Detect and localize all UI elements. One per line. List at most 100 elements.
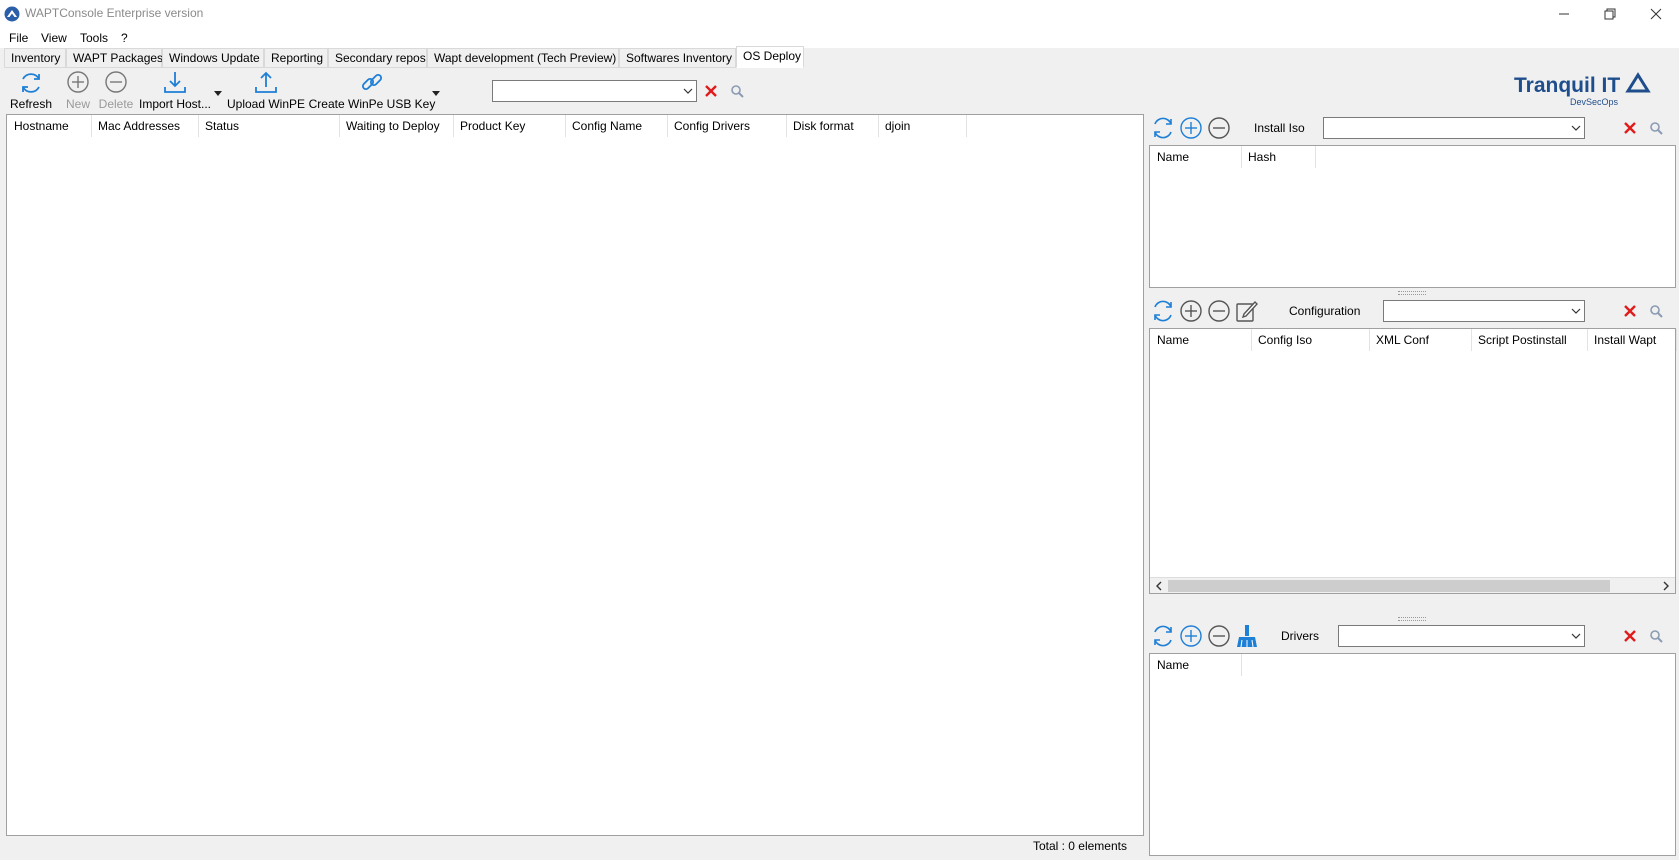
- clear-search-icon[interactable]: [1623, 629, 1637, 643]
- hosts-table[interactable]: Hostname Mac Addresses Status Waiting to…: [6, 114, 1144, 836]
- create-usb-button[interactable]: Create WinPe USB Key: [308, 69, 436, 113]
- edit-icon[interactable]: [1235, 299, 1259, 323]
- scroll-right-icon[interactable]: [1660, 580, 1672, 592]
- refresh-label: Refresh: [9, 97, 53, 111]
- upload-winpe-button[interactable]: Upload WinPE: [226, 69, 306, 113]
- minus-circle-icon: [105, 71, 127, 93]
- column-status[interactable]: Status: [199, 115, 340, 137]
- restore-icon: [1604, 8, 1616, 20]
- column-name[interactable]: Name: [1151, 146, 1242, 168]
- chevron-down-icon: [683, 88, 693, 94]
- install-iso-search-combo[interactable]: [1323, 117, 1585, 139]
- drivers-toolbar: Drivers: [1148, 620, 1676, 652]
- column-script-postinstall[interactable]: Script Postinstall: [1472, 329, 1588, 351]
- scroll-left-icon[interactable]: [1153, 580, 1165, 592]
- tab-softwares-inventory[interactable]: Softwares Inventory: [619, 48, 736, 68]
- configuration-table[interactable]: Name Config Iso XML Conf Script Postinst…: [1149, 328, 1677, 594]
- minus-circle-icon[interactable]: [1207, 624, 1231, 648]
- refresh-icon: [22, 73, 40, 93]
- delete-label: Delete: [98, 97, 134, 111]
- menu-file[interactable]: File: [9, 31, 28, 45]
- plus-circle-icon[interactable]: [1179, 116, 1203, 140]
- hosts-search-combo[interactable]: [492, 80, 697, 102]
- column-config-name[interactable]: Config Name: [566, 115, 668, 137]
- tab-inventory[interactable]: Inventory: [4, 48, 66, 68]
- column-xml-conf[interactable]: XML Conf: [1370, 329, 1472, 351]
- column-waiting-to-deploy[interactable]: Waiting to Deploy: [340, 115, 454, 137]
- delete-button[interactable]: Delete: [93, 69, 139, 113]
- refresh-icon[interactable]: [1151, 116, 1175, 140]
- column-config-drivers[interactable]: Config Drivers: [668, 115, 787, 137]
- refresh-button[interactable]: Refresh: [9, 69, 53, 113]
- create-usb-dropdown-icon[interactable]: [431, 89, 441, 97]
- search-icon[interactable]: [1649, 304, 1663, 318]
- minus-circle-icon[interactable]: [1207, 299, 1231, 323]
- configuration-search-combo[interactable]: [1383, 300, 1585, 322]
- column-config-iso[interactable]: Config Iso: [1252, 329, 1370, 351]
- install-iso-table[interactable]: Name Hash: [1149, 145, 1676, 288]
- plus-circle-icon: [67, 71, 89, 93]
- restore-button[interactable]: [1587, 0, 1633, 28]
- logo-name: Tranquil IT: [1514, 74, 1620, 97]
- clear-search-icon[interactable]: [1623, 304, 1637, 318]
- broom-icon[interactable]: [1235, 624, 1259, 648]
- minimize-button[interactable]: [1541, 0, 1587, 28]
- column-name[interactable]: Name: [1151, 329, 1252, 351]
- window-title: WAPTConsole Enterprise version: [25, 6, 204, 20]
- title-bar: WAPTConsole Enterprise version: [0, 0, 1679, 28]
- column-name[interactable]: Name: [1151, 654, 1242, 676]
- upload-winpe-label: Upload WinPE: [226, 97, 306, 111]
- clear-search-icon[interactable]: [704, 84, 718, 98]
- horizontal-scrollbar[interactable]: [1150, 577, 1675, 593]
- install-iso-table-header: Name Hash: [1150, 146, 1675, 168]
- import-host-label: Import Host...: [138, 97, 212, 111]
- column-hash[interactable]: Hash: [1242, 146, 1316, 168]
- search-icon[interactable]: [1649, 629, 1663, 643]
- scrollbar-thumb[interactable]: [1168, 580, 1610, 592]
- search-icon[interactable]: [1649, 121, 1663, 135]
- chevron-down-icon: [1571, 308, 1581, 314]
- tab-wapt-packages[interactable]: WAPT Packages: [66, 48, 163, 68]
- drivers-label: Drivers: [1281, 629, 1319, 643]
- clear-search-icon[interactable]: [1623, 121, 1637, 135]
- drivers-table[interactable]: Name: [1149, 653, 1676, 856]
- plus-circle-icon[interactable]: [1179, 624, 1203, 648]
- import-host-dropdown-icon[interactable]: [213, 89, 223, 97]
- column-install-wapt[interactable]: Install Wapt: [1588, 329, 1677, 351]
- menu-help[interactable]: ?: [121, 31, 128, 45]
- minimize-icon: [1559, 13, 1569, 15]
- column-djoin[interactable]: djoin: [879, 115, 967, 137]
- tab-windows-update[interactable]: Windows Update: [162, 48, 264, 68]
- column-product-key[interactable]: Product Key: [454, 115, 566, 137]
- tab-secondary-repos[interactable]: Secondary repos: [328, 48, 427, 68]
- configuration-label: Configuration: [1289, 304, 1361, 318]
- configuration-toolbar: Configuration: [1148, 295, 1676, 327]
- column-mac-addresses[interactable]: Mac Addresses: [92, 115, 199, 137]
- drivers-table-header: Name: [1150, 654, 1675, 676]
- search-icon[interactable]: [730, 84, 744, 98]
- minus-circle-icon[interactable]: [1207, 116, 1231, 140]
- new-button[interactable]: New: [58, 69, 98, 113]
- drivers-search-combo[interactable]: [1338, 625, 1585, 647]
- chevron-down-icon: [1571, 125, 1581, 131]
- import-host-button[interactable]: Import Host...: [135, 69, 215, 113]
- hosts-table-header: Hostname Mac Addresses Status Waiting to…: [7, 115, 1143, 137]
- upload-icon: [255, 71, 277, 93]
- refresh-icon[interactable]: [1151, 624, 1175, 648]
- tab-reporting[interactable]: Reporting: [264, 48, 328, 68]
- total-elements: Total : 0 elements: [1032, 839, 1127, 853]
- tab-os-deploy[interactable]: OS Deploy: [736, 46, 804, 68]
- install-iso-label: Install Iso: [1254, 121, 1305, 135]
- refresh-icon[interactable]: [1151, 299, 1175, 323]
- column-disk-format[interactable]: Disk format: [787, 115, 879, 137]
- hosts-panel: Refresh New Delete Import Host... Upload…: [5, 69, 1145, 857]
- tab-wapt-development[interactable]: Wapt development (Tech Preview): [427, 48, 619, 68]
- main-tabs: Inventory WAPT Packages Windows Update R…: [0, 46, 1679, 68]
- menu-tools[interactable]: Tools: [80, 31, 108, 45]
- plus-circle-icon[interactable]: [1179, 299, 1203, 323]
- tranquil-it-logo: Tranquil IT DevSecOps: [1514, 72, 1651, 107]
- close-window-button[interactable]: [1633, 0, 1679, 28]
- column-hostname[interactable]: Hostname: [8, 115, 92, 137]
- create-usb-label: Create WinPe USB Key: [308, 97, 436, 111]
- menu-view[interactable]: View: [41, 31, 67, 45]
